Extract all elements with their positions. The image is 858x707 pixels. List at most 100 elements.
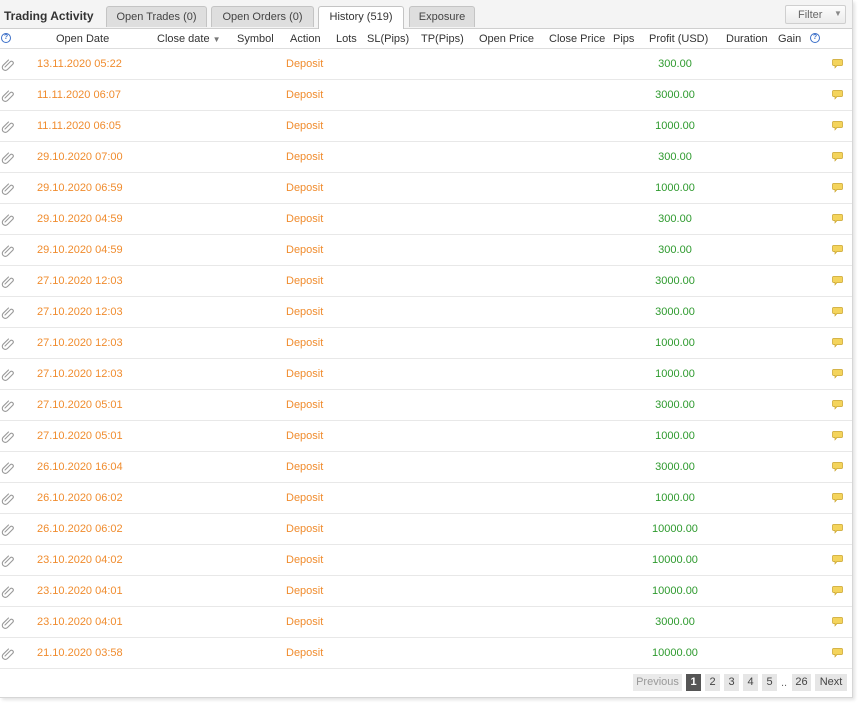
table-row[interactable]: 21.10.2020 03:58 Deposit 10000.00	[0, 638, 852, 669]
comment-icon[interactable]	[832, 554, 843, 565]
table-row[interactable]: 23.10.2020 04:02 Deposit 10000.00	[0, 545, 852, 576]
column-tp-pips[interactable]: TP(Pips)	[421, 33, 464, 45]
comment-icon[interactable]	[832, 244, 843, 255]
table-row[interactable]: 23.10.2020 04:01 Deposit 10000.00	[0, 576, 852, 607]
paperclip-icon[interactable]	[1, 615, 15, 629]
paperclip-icon[interactable]	[1, 119, 15, 133]
page-3-button[interactable]: 3	[724, 674, 739, 691]
paperclip-icon[interactable]	[1, 429, 15, 443]
comment-icon[interactable]	[832, 430, 843, 441]
filter-dropdown[interactable]: Filter ▼	[785, 5, 846, 24]
comment-icon[interactable]	[832, 213, 843, 224]
paperclip-icon[interactable]	[1, 243, 15, 257]
comment-icon[interactable]	[832, 647, 843, 658]
table-row[interactable]: 29.10.2020 07:00 Deposit 300.00	[0, 142, 852, 173]
profit-cell: 1000.00	[655, 430, 695, 442]
action-cell: Deposit	[286, 120, 324, 132]
comment-icon[interactable]	[832, 182, 843, 193]
paperclip-icon[interactable]	[1, 305, 15, 319]
previous-page-button[interactable]: Previous	[633, 674, 682, 691]
paperclip-icon[interactable]	[1, 491, 15, 505]
paperclip-icon[interactable]	[1, 336, 15, 350]
column-symbol[interactable]: Symbol	[237, 33, 274, 45]
comment-icon[interactable]	[832, 461, 843, 472]
paperclip-icon[interactable]	[1, 522, 15, 536]
table-row[interactable]: 11.11.2020 06:07 Deposit 3000.00	[0, 80, 852, 111]
column-close-date[interactable]: Close date ▼	[157, 33, 221, 45]
table-row[interactable]: 29.10.2020 06:59 Deposit 1000.00	[0, 173, 852, 204]
comment-icon[interactable]	[832, 337, 843, 348]
column-duration[interactable]: Duration	[726, 33, 768, 45]
tab-exposure[interactable]: Exposure	[409, 6, 475, 27]
comment-icon[interactable]	[832, 616, 843, 627]
page-4-button[interactable]: 4	[743, 674, 758, 691]
open-date-cell: 26.10.2020 16:04	[37, 461, 123, 473]
column-sl-pips[interactable]: SL(Pips)	[367, 33, 409, 45]
paperclip-icon[interactable]	[1, 150, 15, 164]
column-open-date[interactable]: Open Date	[56, 33, 109, 45]
action-cell: Deposit	[286, 368, 324, 380]
comment-icon[interactable]	[832, 89, 843, 100]
table-row[interactable]: 23.10.2020 04:01 Deposit 3000.00	[0, 607, 852, 638]
table-row[interactable]: 29.10.2020 04:59 Deposit 300.00	[0, 204, 852, 235]
table-row[interactable]: 11.11.2020 06:05 Deposit 1000.00	[0, 111, 852, 142]
open-date-cell: 29.10.2020 04:59	[37, 213, 123, 225]
table-row[interactable]: 26.10.2020 06:02 Deposit 1000.00	[0, 483, 852, 514]
column-open-price[interactable]: Open Price	[479, 33, 534, 45]
table-row[interactable]: 27.10.2020 05:01 Deposit 3000.00	[0, 390, 852, 421]
paperclip-icon[interactable]	[1, 212, 15, 226]
comment-icon[interactable]	[832, 523, 843, 534]
help-icon[interactable]: ?	[810, 33, 820, 43]
tab-open-orders[interactable]: Open Orders (0)	[211, 6, 314, 27]
comment-icon[interactable]	[832, 58, 843, 69]
comment-icon[interactable]	[832, 120, 843, 131]
open-date-cell: 29.10.2020 06:59	[37, 182, 123, 194]
table-row[interactable]: 29.10.2020 04:59 Deposit 300.00	[0, 235, 852, 266]
comment-icon[interactable]	[832, 275, 843, 286]
table-row[interactable]: 13.11.2020 05:22 Deposit 300.00	[0, 49, 852, 80]
comment-icon[interactable]	[832, 492, 843, 503]
comment-icon[interactable]	[832, 151, 843, 162]
paperclip-icon[interactable]	[1, 460, 15, 474]
tab-history[interactable]: History (519)	[318, 6, 404, 29]
help-icon[interactable]: ?	[1, 33, 11, 43]
tab-open-trades[interactable]: Open Trades (0)	[106, 6, 207, 27]
column-close-price[interactable]: Close Price	[549, 33, 605, 45]
paperclip-icon[interactable]	[1, 367, 15, 381]
table-row[interactable]: 27.10.2020 12:03 Deposit 1000.00	[0, 328, 852, 359]
page-1-button[interactable]: 1	[686, 674, 701, 691]
paperclip-icon[interactable]	[1, 57, 15, 71]
paperclip-icon[interactable]	[1, 646, 15, 660]
paperclip-icon[interactable]	[1, 398, 15, 412]
column-profit[interactable]: Profit (USD)	[649, 33, 708, 45]
column-lots[interactable]: Lots	[336, 33, 357, 45]
action-cell: Deposit	[286, 585, 324, 597]
profit-cell: 300.00	[658, 213, 692, 225]
trading-activity-panel: Trading Activity Open Trades (0) Open Or…	[0, 0, 853, 698]
table-row[interactable]: 26.10.2020 06:02 Deposit 10000.00	[0, 514, 852, 545]
column-gain[interactable]: Gain	[778, 33, 801, 45]
open-date-cell: 27.10.2020 05:01	[37, 399, 123, 411]
paperclip-icon[interactable]	[1, 553, 15, 567]
page-26-button[interactable]: 26	[792, 674, 811, 691]
profit-cell: 300.00	[658, 151, 692, 163]
table-row[interactable]: 27.10.2020 05:01 Deposit 1000.00	[0, 421, 852, 452]
table-row[interactable]: 27.10.2020 12:03 Deposit 1000.00	[0, 359, 852, 390]
page-2-button[interactable]: 2	[705, 674, 720, 691]
column-action[interactable]: Action	[290, 33, 321, 45]
table-row[interactable]: 26.10.2020 16:04 Deposit 3000.00	[0, 452, 852, 483]
comment-icon[interactable]	[832, 306, 843, 317]
next-page-button[interactable]: Next	[815, 674, 847, 691]
column-pips[interactable]: Pips	[613, 33, 634, 45]
paperclip-icon[interactable]	[1, 181, 15, 195]
profit-cell: 1000.00	[655, 492, 695, 504]
paperclip-icon[interactable]	[1, 274, 15, 288]
page-5-button[interactable]: 5	[762, 674, 777, 691]
comment-icon[interactable]	[832, 585, 843, 596]
paperclip-icon[interactable]	[1, 584, 15, 598]
comment-icon[interactable]	[832, 368, 843, 379]
table-row[interactable]: 27.10.2020 12:03 Deposit 3000.00	[0, 297, 852, 328]
comment-icon[interactable]	[832, 399, 843, 410]
table-row[interactable]: 27.10.2020 12:03 Deposit 3000.00	[0, 266, 852, 297]
paperclip-icon[interactable]	[1, 88, 15, 102]
